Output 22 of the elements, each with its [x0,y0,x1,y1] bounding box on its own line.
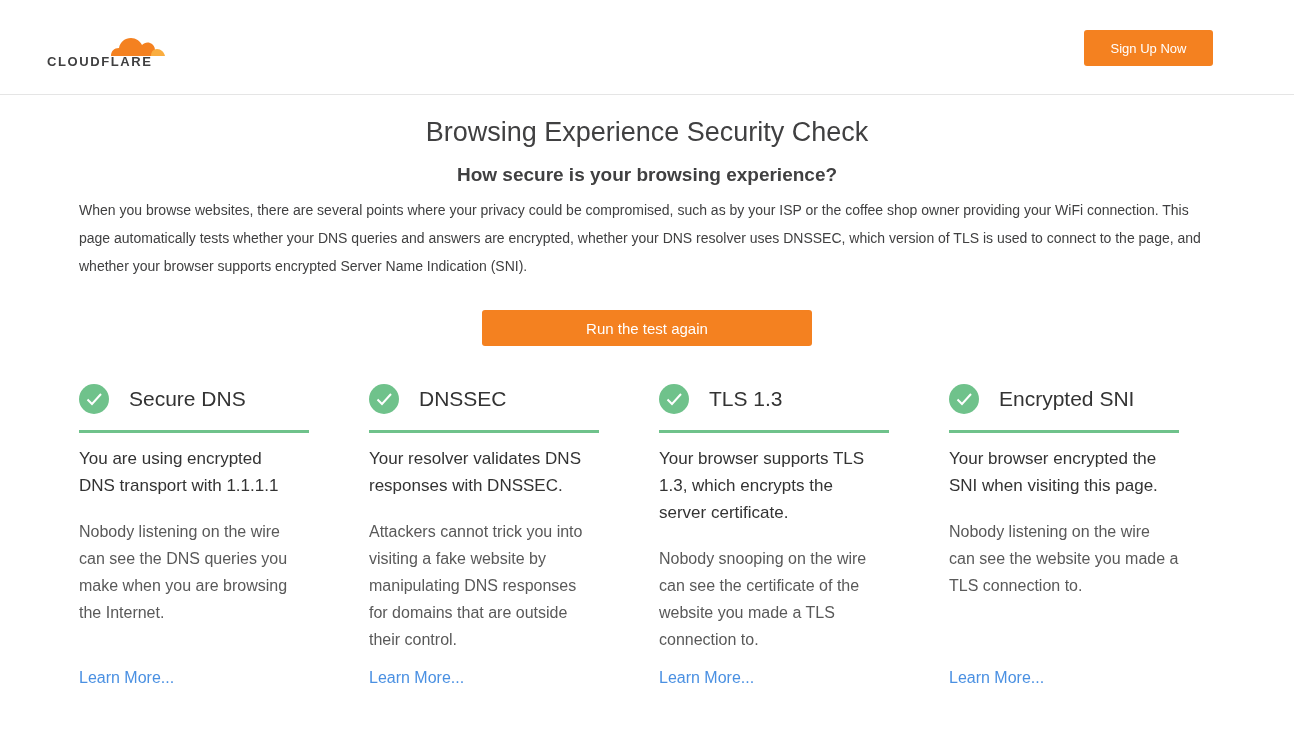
page-subtitle: How secure is your browsing experience? [456,164,838,186]
learn-more-link[interactable]: Learn More... [949,653,1045,687]
check-result: You are using encrypted DNS transport with 1.1.1.1 [79,448,280,497]
check-title: Encrypted SNI [999,387,1135,411]
check-title: DNSSEC [419,387,507,411]
check-result: Your resolver validates DNS responses with DNSSEC. [369,448,581,497]
run-test-button[interactable]: Run the test again [482,310,812,346]
check-result: Your browser encrypted the SNI when visiting this page. [949,448,1159,497]
learn-more-link[interactable]: Learn More... [659,653,755,687]
logo-wordmark: CLOUDFLARE [47,53,153,69]
check-detail: Nobody listening on the wire can see the website you made a TLS connection to. [949,522,1179,596]
check-detail: Nobody listening on the wire can see the DNS queries you make when you are browsing the Internet. [79,522,289,623]
learn-more-link[interactable]: Learn More... [369,653,465,687]
page-title: Browsing Experience Security Check [425,117,869,148]
intro-paragraph: When you browse websites, there are several points where your privacy could be compromised, such as by your ISP or the coffee shop owner providing your WiFi connection. This page automatically tests whether your DNS queries and answers are encrypted, whether your DNS resolver uses DNSSEC, which version of TLS is used to connect to the page, and whether your browser supports encrypted Server Name Indication (SNI). [79,201,1202,276]
check-title: TLS 1.3 [709,387,783,411]
check-detail: Attackers cannot trick you into visiting a fake website by manipulating DNS responses for domains that are outside their control. [369,522,584,650]
check-title: Secure DNS [129,387,246,411]
check-detail: Nobody snooping on the wire can see the certificate of the website you made a TLS connection to. [659,549,868,650]
sign-up-button[interactable]: Sign Up Now [1084,30,1213,66]
learn-more-link[interactable]: Learn More... [79,653,175,687]
check-result: Your browser supports TLS 1.3, which encrypts the server certificate. [659,448,866,524]
